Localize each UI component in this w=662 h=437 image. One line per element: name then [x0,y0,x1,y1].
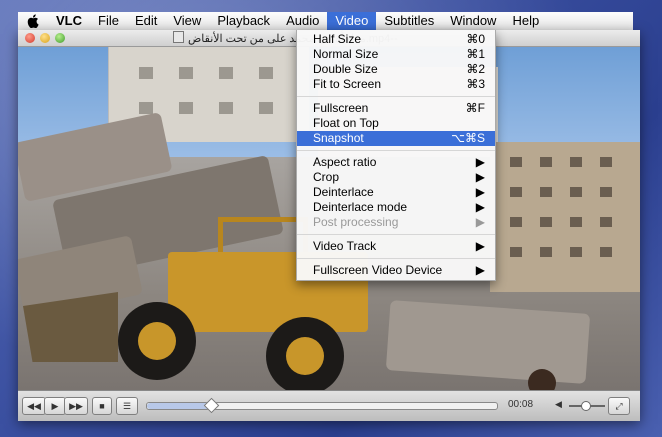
fullscreen-button[interactable]: ⤢ [608,397,630,415]
submenu-arrow-icon: ▶ [475,215,485,229]
menu-item-deinterlace-mode[interactable]: Deinterlace mode ▶ [297,200,495,215]
menu-item-aspect-ratio[interactable]: Aspect ratio ▶ [297,155,495,170]
file-icon [173,31,184,43]
menu-item-shortcut: ⌘2 [466,62,485,76]
menu-item-deinterlace[interactable]: Deinterlace ▶ [297,185,495,200]
menu-item-fullscreen-video-device[interactable]: Fullscreen Video Device ▶ [297,263,495,278]
playlist-icon: ☰ [122,401,132,411]
menu-separator [297,258,495,259]
menu-item-label: Fullscreen Video Device [313,263,443,277]
menu-window[interactable]: Window [442,12,504,30]
menu-item-snapshot[interactable]: Snapshot ⌥⌘S [297,131,495,146]
menu-item-label: Fullscreen [313,101,369,115]
menu-item-normal-size[interactable]: Normal Size ⌘1 [297,47,495,62]
menu-item-video-track[interactable]: Video Track ▶ [297,239,495,254]
video-building-right [490,142,640,292]
menu-item-fit-to-screen[interactable]: Fit to Screen ⌘3 [297,77,495,92]
menu-item-label: Float on Top [313,116,379,130]
stop-icon: ■ [99,401,105,411]
playlist-button[interactable]: ☰ [116,397,138,415]
seek-bar-fill [147,403,210,409]
menu-subtitles[interactable]: Subtitles [376,12,442,30]
menu-playback[interactable]: Playback [209,12,278,30]
video-rubble [385,300,591,384]
menu-item-shortcut: ⌘0 [466,32,485,46]
menu-vlc[interactable]: VLC [48,12,90,30]
forward-button[interactable]: ▶▶ [64,397,88,415]
menu-audio[interactable]: Audio [278,12,327,30]
menu-item-label: Deinterlace [313,185,374,199]
time-display: 00:08 [508,399,534,410]
menu-item-label: Post processing [313,215,399,229]
menu-view[interactable]: View [165,12,209,30]
menu-separator [297,150,495,151]
seek-knob[interactable] [203,397,220,414]
video-loader-wheel [266,317,344,390]
menu-file[interactable]: File [90,12,127,30]
apple-icon[interactable] [26,14,40,28]
submenu-arrow-icon: ▶ [475,239,485,253]
video-menu-dropdown: Half Size ⌘0 Normal Size ⌘1 Double Size ⌘2 … [296,30,496,281]
menu-bar: VLC File Edit View Playback Audio Video … [18,12,633,31]
play-icon: ▶ [51,401,59,411]
minimize-button[interactable] [40,33,50,43]
menu-item-shortcut: ⌥⌘S [451,131,485,145]
zoom-button[interactable] [55,33,65,43]
menu-item-half-size[interactable]: Half Size ⌘0 [297,32,495,47]
menu-item-shortcut: ⌘3 [466,77,485,91]
menu-item-double-size[interactable]: Double Size ⌘2 [297,62,495,77]
close-button[interactable] [25,33,35,43]
volume-low-icon: ◀ [555,399,562,409]
rewind-icon: ◀◀ [27,401,41,411]
submenu-arrow-icon: ▶ [475,155,485,169]
menu-separator [297,234,495,235]
controller-bar: ◀◀ ▶ ▶▶ ■ ☰ 00:08 ◀ ◀) ⤢ [18,390,640,421]
fullscreen-icon: ⤢ [615,401,623,411]
menu-item-float-on-top[interactable]: Float on Top [297,116,495,131]
submenu-arrow-icon: ▶ [475,263,485,277]
submenu-arrow-icon: ▶ [475,200,485,214]
menu-video[interactable]: Video [327,12,377,30]
rewind-button[interactable]: ◀◀ [22,397,46,415]
video-loader-wheel [118,302,196,380]
submenu-arrow-icon: ▶ [475,170,485,184]
menu-item-shortcut: ⌘1 [466,47,485,61]
menu-item-label: Snapshot [313,131,364,145]
seek-bar[interactable] [146,397,498,414]
menu-item-label: Half Size [313,32,362,46]
menu-item-label: Normal Size [313,47,379,61]
menu-edit[interactable]: Edit [127,12,165,30]
menu-separator [297,96,495,97]
menu-item-label: Crop [313,170,340,184]
menu-item-shortcut: ⌘F [465,101,485,115]
play-button[interactable]: ▶ [44,397,66,415]
menu-help[interactable]: Help [504,12,547,30]
volume-knob[interactable] [581,401,592,411]
menu-item-label: Double Size [313,62,378,76]
menu-item-fullscreen[interactable]: Fullscreen ⌘F [297,101,495,116]
menu-item-label: Video Track [313,239,377,253]
submenu-arrow-icon: ▶ [475,185,485,199]
menu-item-label: Aspect ratio [313,155,377,169]
forward-icon: ▶▶ [69,401,83,411]
menu-item-crop[interactable]: Crop ▶ [297,170,495,185]
video-person [528,369,556,390]
menu-item-label: Fit to Screen [313,77,382,91]
stop-button[interactable]: ■ [92,397,112,415]
menu-item-post-processing: Post processing ▶ [297,215,495,230]
menu-item-label: Deinterlace mode [313,200,408,214]
